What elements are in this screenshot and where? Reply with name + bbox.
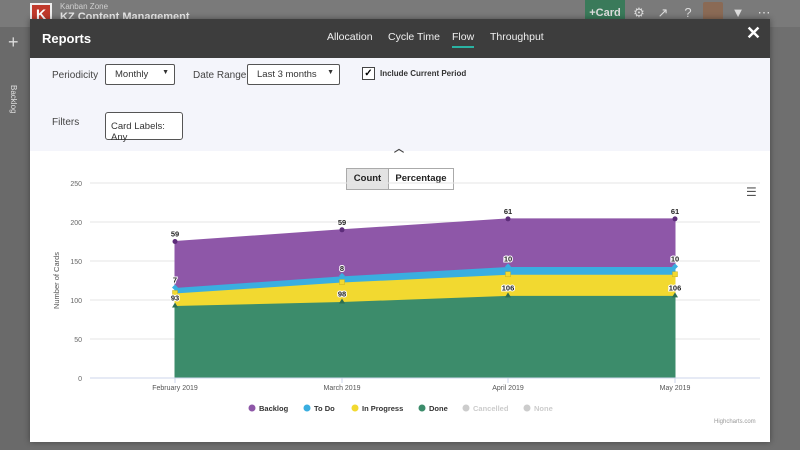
add-column-icon[interactable]: + — [8, 32, 19, 53]
card-labels-filter[interactable]: Card Labels: Any — [105, 112, 183, 143]
point-backlog — [672, 216, 678, 222]
date-range-label: Date Range — [193, 70, 247, 81]
data-label: 98 — [338, 290, 346, 299]
legend-marker — [462, 404, 470, 412]
backlog-lane-label: Backlog — [9, 85, 18, 114]
x-tick-label: March 2019 — [324, 385, 361, 392]
point-in-progress — [505, 271, 511, 278]
point-backlog — [339, 227, 345, 233]
x-tick-label: April 2019 — [492, 385, 524, 392]
y-tick-label: 200 — [70, 220, 82, 227]
tab-throughput[interactable]: Throughput — [490, 31, 544, 43]
periodicity-select[interactable]: Monthly ▼ — [105, 64, 175, 85]
reports-modal: Reports Allocation Cycle Time Flow Throu… — [30, 19, 770, 442]
filter-icon[interactable]: ▼ — [731, 6, 745, 20]
legend-marker — [248, 404, 256, 412]
data-label: 10 — [504, 254, 512, 263]
data-label: 7 — [173, 276, 177, 285]
y-tick-label: 0 — [78, 376, 82, 383]
legend-item-none[interactable]: None — [534, 404, 553, 413]
y-tick-label: 50 — [74, 337, 82, 344]
data-label: 59 — [171, 230, 179, 239]
chevron-down-icon: ▼ — [162, 69, 169, 76]
credit[interactable]: Highcharts.com — [714, 419, 756, 425]
chart-icon[interactable]: ↗ — [656, 6, 670, 20]
date-range-value: Last 3 months — [257, 69, 317, 80]
periodicity-value: Monthly — [115, 69, 149, 80]
point-backlog — [172, 239, 178, 244]
tab-flow[interactable]: Flow — [452, 31, 475, 48]
y-tick-label: 250 — [70, 181, 82, 188]
app-subtitle: Kanban Zone — [60, 2, 109, 11]
legend-marker — [523, 404, 531, 412]
legend-item-cancelled[interactable]: Cancelled — [473, 404, 509, 413]
legend-marker — [351, 404, 359, 412]
filters-panel: Periodicity Monthly ▼ Date Range Last 3 … — [30, 58, 770, 155]
modal-header: Reports Allocation Cycle Time Flow Throu… — [30, 19, 770, 58]
tab-allocation[interactable]: Allocation — [327, 31, 373, 43]
legend-item-backlog[interactable]: Backlog — [259, 404, 289, 413]
date-range-select[interactable]: Last 3 months ▼ — [247, 64, 340, 85]
data-label: 8 — [340, 264, 344, 273]
more-icon[interactable]: ⋯ — [757, 6, 771, 20]
area-done — [174, 294, 676, 379]
x-tick-label: May 2019 — [660, 385, 691, 392]
modal-title: Reports — [42, 31, 92, 46]
legend-item-done[interactable]: Done — [429, 404, 448, 413]
close-icon[interactable]: ✕ — [746, 23, 761, 44]
include-current-label[interactable]: Include Current Period — [380, 69, 466, 78]
data-label: 61 — [504, 207, 512, 216]
filters-label: Filters — [52, 117, 80, 128]
data-label: 10 — [671, 254, 679, 263]
periodicity-label: Periodicity — [52, 70, 99, 81]
legend-marker — [418, 404, 426, 412]
chevron-up-icon[interactable]: ︿ — [394, 140, 404, 155]
point-in-progress — [339, 279, 345, 285]
tab-cycle-time[interactable]: Cycle Time — [388, 31, 440, 43]
data-label: 106 — [669, 283, 682, 292]
data-label: 59 — [338, 218, 346, 227]
point-in-progress — [672, 271, 678, 278]
flow-chart: 0 50 100 150 200 250 Number of Cards 59 59 61 61 7 8… — [52, 181, 760, 413]
legend-item-to-do[interactable]: To Do — [314, 404, 335, 413]
data-label: 106 — [502, 283, 515, 292]
chevron-down-icon: ▼ — [327, 69, 334, 76]
include-current-checkbox[interactable]: ✓ — [362, 67, 375, 80]
data-label: 93 — [171, 293, 179, 302]
y-tick-label: 150 — [70, 259, 82, 266]
help-icon[interactable]: ? — [681, 6, 695, 20]
x-tick-label: February 2019 — [152, 385, 198, 392]
settings-icon[interactable]: ⚙ — [632, 6, 646, 20]
y-axis-label: Number of Cards — [52, 252, 61, 309]
legend-marker — [303, 404, 311, 412]
data-label: 61 — [671, 207, 679, 216]
y-tick-label: 100 — [70, 298, 82, 305]
point-backlog — [505, 216, 511, 222]
legend-item-in-progress[interactable]: In Progress — [362, 404, 403, 413]
